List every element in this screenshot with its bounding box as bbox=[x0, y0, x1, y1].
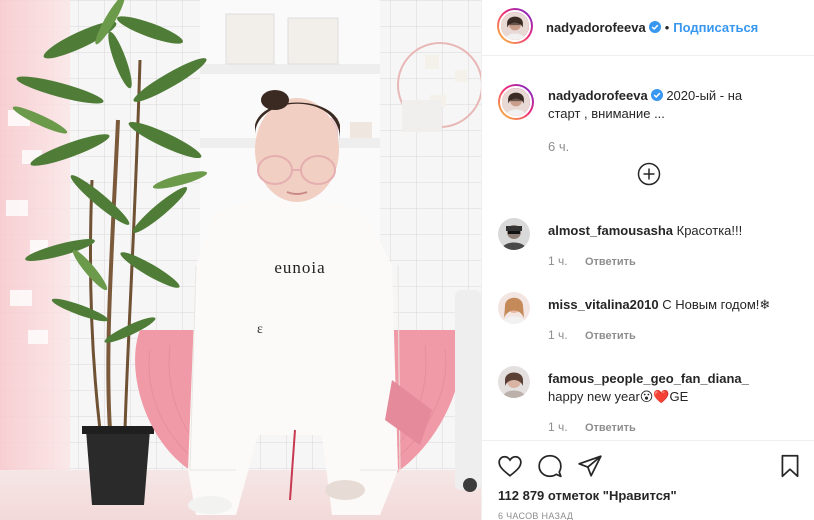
post-photo[interactable]: eunoia ε bbox=[0, 0, 481, 520]
post-header: nadyadorofeeva • Подписаться bbox=[482, 0, 814, 56]
comment-text: Красотка!!! bbox=[676, 223, 743, 238]
like-count[interactable]: 112 879 отметок "Нравится" bbox=[498, 488, 677, 503]
post-actions: 112 879 отметок "Нравится" 6 ЧАСОВ НАЗАД bbox=[482, 440, 814, 520]
comment-username[interactable]: miss_vitalina2010 bbox=[548, 297, 659, 312]
comment-text: С Новым годом!❄ bbox=[662, 297, 771, 312]
comment-time[interactable]: 1 ч. bbox=[548, 420, 568, 434]
post-timestamp[interactable]: 6 ЧАСОВ НАЗАД bbox=[498, 511, 573, 520]
speech-bubble-icon[interactable] bbox=[537, 453, 563, 479]
comment-username[interactable]: almost_famousasha bbox=[548, 223, 673, 238]
comment-avatar[interactable] bbox=[498, 292, 530, 324]
caption-avatar[interactable] bbox=[498, 84, 534, 120]
verified-badge-icon bbox=[648, 20, 661, 33]
plus-circle-icon[interactable] bbox=[637, 162, 661, 186]
header-dot-separator: • bbox=[664, 20, 670, 35]
post-side-panel: nadyadorofeeva • Подписаться nadyadorofeev… bbox=[481, 0, 814, 520]
author-avatar[interactable] bbox=[497, 8, 533, 44]
heart-icon[interactable] bbox=[497, 453, 523, 479]
verified-badge-icon bbox=[650, 88, 663, 101]
follow-button[interactable]: Подписаться bbox=[673, 20, 758, 35]
bookmark-icon[interactable] bbox=[777, 453, 803, 479]
reply-button[interactable]: Ответить bbox=[585, 422, 636, 434]
paper-plane-icon[interactable] bbox=[577, 453, 603, 479]
comment-username[interactable]: famous_people_geo_fan_diana_ bbox=[548, 371, 749, 386]
comment-avatar[interactable] bbox=[498, 218, 530, 250]
comment-avatar[interactable] bbox=[498, 366, 530, 398]
comment-time[interactable]: 1 ч. bbox=[548, 328, 568, 342]
caption-time[interactable]: 6 ч. bbox=[548, 139, 569, 154]
comment-text: happy new year😮❤️GE bbox=[548, 389, 689, 404]
comment-time[interactable]: 1 ч. bbox=[548, 254, 568, 268]
reply-button[interactable]: Ответить bbox=[585, 330, 636, 342]
reply-button[interactable]: Ответить bbox=[585, 256, 636, 268]
shirt-small-text: ε bbox=[257, 322, 263, 337]
post-photo-image: eunoia ε bbox=[0, 0, 481, 520]
shirt-text: eunoia bbox=[274, 258, 325, 277]
author-username[interactable]: nadyadorofeeva bbox=[546, 20, 646, 35]
caption-username[interactable]: nadyadorofeeva bbox=[548, 88, 648, 103]
caption-text-block: nadyadorofeeva 2020-ый - на старт , вним… bbox=[548, 87, 768, 123]
